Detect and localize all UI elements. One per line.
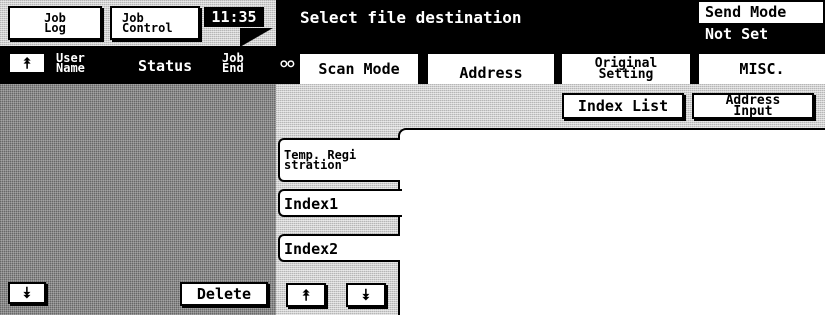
clock-time: 11:35 [211, 8, 257, 26]
column-header-user-name[interactable]: User Name [56, 52, 85, 76]
screen-title: Select file destination [300, 8, 522, 27]
address-input-button[interactable]: Address Input [692, 93, 814, 119]
address-list-area[interactable] [398, 128, 825, 315]
job-end-line2: End [222, 61, 244, 76]
double-up-arrow-icon: ⯭ [301, 286, 311, 304]
index-list-button[interactable]: Index List [562, 93, 684, 119]
job-control-button[interactable]: Job Control [110, 6, 200, 40]
job-log-button[interactable]: Job Log [8, 6, 102, 40]
column-header-job-end[interactable]: Job End [222, 52, 244, 76]
tab-address-label: Address [459, 64, 523, 82]
job-list-scroll-up-button[interactable]: ⯭ [8, 52, 46, 74]
address-input-line2: Input [733, 104, 773, 119]
job-control-label-line2: Control [122, 21, 173, 35]
send-mode-value: Not Set [705, 25, 769, 43]
job-list-area[interactable] [0, 84, 276, 315]
double-down-arrow-icon: ⯯ [22, 284, 32, 302]
clock-display: 11:35 [204, 7, 264, 27]
tab-misc[interactable]: MISC. [697, 52, 825, 84]
page-up-button[interactable]: ⯭ [286, 283, 326, 307]
send-mode-label-box: Send Mode [699, 2, 823, 23]
send-mode-label: Send Mode [705, 3, 787, 21]
double-down-arrow-icon: ⯯ [361, 286, 371, 304]
page-down-button[interactable]: ⯯ [346, 283, 386, 307]
side-tab-index2[interactable]: Index2 [278, 234, 400, 262]
tab-address[interactable]: Address [426, 52, 556, 86]
delete-label: Delete [196, 285, 252, 303]
clock-corner-decor [240, 28, 276, 46]
send-mode-panel: Send Mode Not Set [697, 0, 825, 46]
job-list-scroll-down-button[interactable]: ⯯ [8, 282, 46, 304]
side-tab-temp-registration[interactable]: Temp. Regi stration [278, 138, 400, 182]
double-up-arrow-icon: ⯭ [22, 54, 32, 72]
tab-scan-mode[interactable]: Scan Mode [298, 52, 420, 84]
index1-label: Index1 [284, 195, 339, 213]
title-bar: Select file destination [276, 0, 697, 46]
index-list-label: Index List [577, 97, 669, 115]
column-header-status[interactable]: Status [138, 57, 192, 75]
index2-label: Index2 [284, 240, 339, 258]
tab-misc-label: MISC. [739, 60, 785, 78]
job-log-label-line2: Log [44, 21, 66, 35]
temp-registration-line2: stration [284, 158, 342, 172]
tab-scan-mode-label: Scan Mode [318, 60, 400, 78]
tab-cursor-icon: ⯺ [280, 57, 295, 73]
delete-button[interactable]: Delete [180, 282, 268, 306]
user-name-line2: Name [56, 61, 85, 76]
tab-original-setting[interactable]: Original Setting [560, 52, 692, 84]
side-tab-index1[interactable]: Index1 [278, 189, 402, 217]
tab-original-setting-line2: Setting [598, 67, 654, 82]
